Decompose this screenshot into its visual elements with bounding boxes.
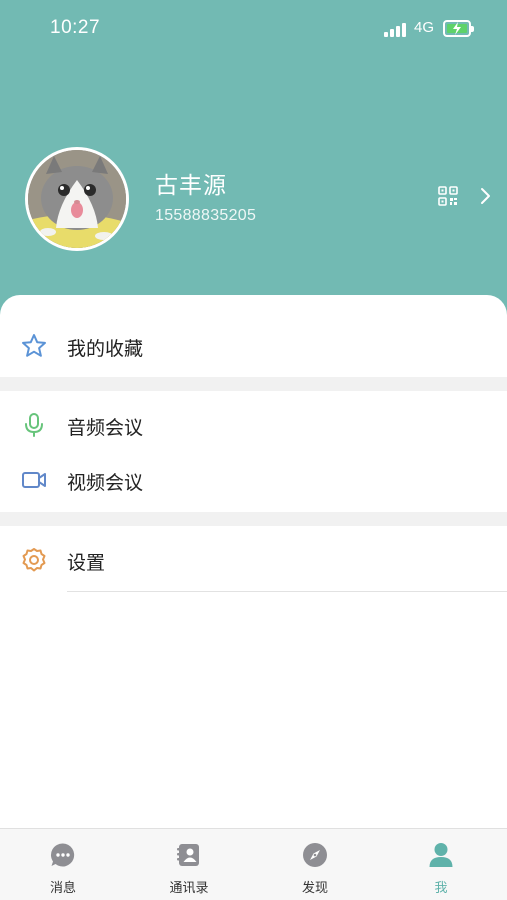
battery-icon <box>443 20 474 37</box>
network-type: 4G <box>414 19 435 36</box>
divider <box>67 591 507 592</box>
profile-header: 10:27 4G 古丰源 15588835205 <box>0 0 507 330</box>
tab-contacts[interactable]: 通讯录 <box>126 829 252 900</box>
tab-discover[interactable]: 发现 <box>252 829 378 900</box>
tab-contacts-label: 通讯录 <box>169 881 209 896</box>
status-bar: 10:27 4G <box>0 0 507 58</box>
menu-item-video-meeting-label: 视频会议 <box>67 472 144 494</box>
person-icon <box>427 841 455 869</box>
menu-item-video-meeting[interactable]: 视频会议 <box>0 452 507 507</box>
avatar[interactable] <box>25 147 129 251</box>
signal-icon <box>384 23 410 37</box>
star-icon <box>20 332 48 360</box>
compass-icon <box>301 841 329 869</box>
section-gap <box>0 512 507 526</box>
section-gap <box>0 377 507 391</box>
gear-icon <box>20 546 48 574</box>
menu-item-settings[interactable]: 设置 <box>0 532 507 587</box>
tab-me-label: 我 <box>434 881 448 896</box>
user-phone: 15588835205 <box>155 207 257 224</box>
menu-item-audio-meeting[interactable]: 音频会议 <box>0 397 507 452</box>
microphone-icon <box>20 411 48 439</box>
status-time: 10:27 <box>50 17 101 38</box>
tab-messages-label: 消息 <box>49 881 76 896</box>
video-camera-icon <box>20 466 48 494</box>
chevron-right-icon[interactable] <box>478 185 494 207</box>
menu-item-audio-meeting-label: 音频会议 <box>67 417 144 439</box>
menu-sheet: 我的收藏 音频会议 视频会议 设置 <box>0 295 507 830</box>
menu-item-settings-label: 设置 <box>67 552 106 574</box>
user-name: 古丰源 <box>155 173 227 199</box>
menu-item-favorites-label: 我的收藏 <box>67 338 144 360</box>
message-icon <box>49 841 77 869</box>
tab-me[interactable]: 我 <box>378 829 504 900</box>
bottom-tab-bar: 消息 通讯录 发现 我 <box>0 828 507 900</box>
tab-messages[interactable]: 消息 <box>0 829 126 900</box>
contacts-icon <box>175 841 203 869</box>
tab-discover-label: 发现 <box>301 881 328 896</box>
qr-code-icon[interactable] <box>437 185 459 207</box>
menu-item-favorites[interactable]: 我的收藏 <box>0 318 507 373</box>
